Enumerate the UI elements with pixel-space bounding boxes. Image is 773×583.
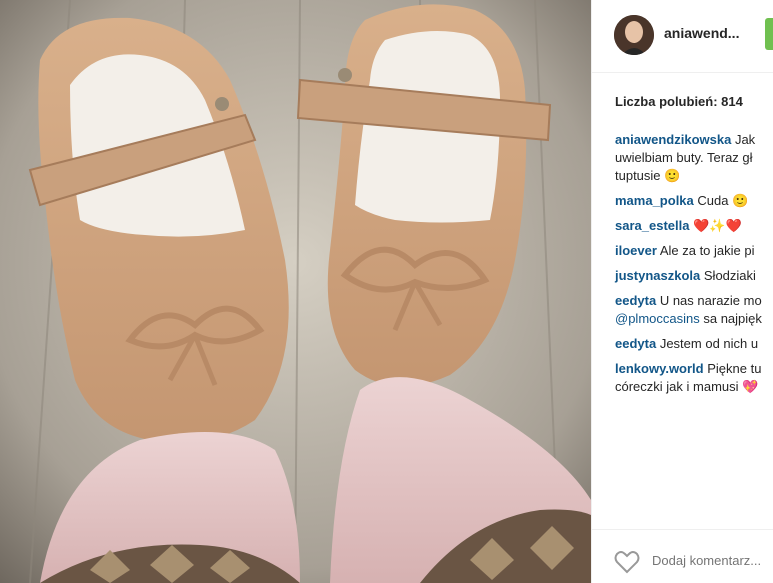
post-header: aniawend... — [592, 0, 773, 73]
heart-icon[interactable] — [614, 550, 640, 574]
comment-username[interactable]: lenkowy.world — [615, 361, 704, 376]
mention-link[interactable]: @plmoccasins — [615, 311, 700, 326]
comment: mama_polka Cuda 🙂 — [615, 192, 773, 210]
post-details-panel: aniawend... Liczba polubień: 814 aniawen… — [591, 0, 773, 583]
comment-text: uwielbiam buty. Teraz gł — [615, 150, 753, 165]
comment: sara_estella ❤️✨❤️ — [615, 217, 773, 235]
comment-text: Piękne tu — [707, 361, 762, 376]
post-photo[interactable] — [0, 0, 591, 583]
photo-illustration — [0, 0, 591, 583]
likes-count[interactable]: Liczba polubień: 814 — [615, 94, 743, 109]
comment-username[interactable]: sara_estella — [615, 218, 689, 233]
comment-text: sa najpięk — [703, 311, 762, 326]
comment-username[interactable]: justynaszkola — [615, 268, 700, 283]
add-comment-input[interactable] — [652, 553, 773, 568]
comment-text: Ale za to jakie pi — [659, 243, 755, 258]
comment-username[interactable]: eedyta — [615, 293, 656, 308]
comment-text: Słodziaki — [703, 268, 756, 283]
comment-text: Jestem od nich u — [659, 336, 759, 351]
username-link[interactable]: aniawend... — [664, 25, 739, 41]
comments-list: aniawendzikowska Jak uwielbiam buty. Ter… — [615, 131, 773, 403]
comment: lenkowy.world Piękne tu córeczki jak i m… — [615, 360, 773, 396]
comment: eedyta U nas narazie mo @plmoccasins sa … — [615, 292, 773, 328]
comment-text: Cuda 🙂 — [697, 193, 749, 208]
post-footer — [592, 529, 773, 583]
comment-username[interactable]: aniawendzikowska — [615, 132, 731, 147]
comment: eedyta Jestem od nich u — [615, 335, 773, 353]
comment-text: ❤️✨❤️ — [693, 218, 742, 233]
avatar[interactable] — [614, 15, 654, 55]
comment: justynaszkola Słodziaki — [615, 267, 773, 285]
comment-username[interactable]: eedyta — [615, 336, 656, 351]
comment-text: córeczki jak i mamusi 💖 — [615, 379, 759, 394]
comment: aniawendzikowska Jak uwielbiam buty. Ter… — [615, 131, 773, 185]
comment-text: Jak — [734, 132, 756, 147]
comment-text-line: @plmoccasins sa najpięk — [615, 310, 773, 328]
follow-button[interactable] — [765, 18, 773, 50]
comment: iloever Ale za to jakie pi — [615, 242, 773, 260]
comment-text: tuptusie 🙂 — [615, 168, 681, 183]
comment-username[interactable]: iloever — [615, 243, 657, 258]
comment-username[interactable]: mama_polka — [615, 193, 694, 208]
comment-text: U nas narazie mo — [659, 293, 762, 308]
